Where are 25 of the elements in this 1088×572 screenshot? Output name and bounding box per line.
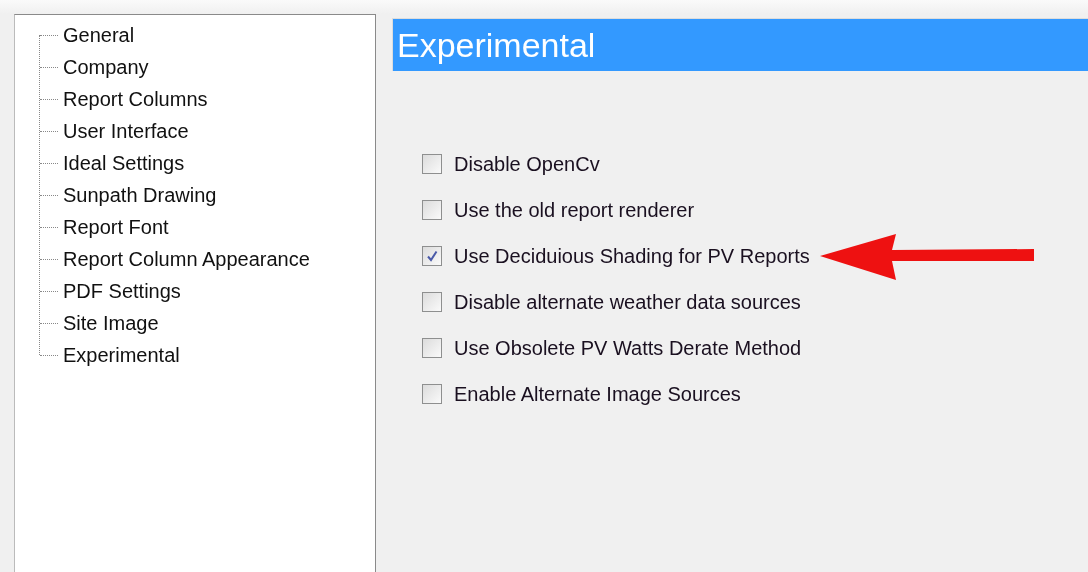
- tree-item[interactable]: Company: [61, 55, 151, 79]
- checkbox[interactable]: [422, 200, 442, 220]
- checkbox-label[interactable]: Use the old report renderer: [454, 198, 695, 222]
- checkmark-icon: [426, 250, 438, 262]
- tree-item[interactable]: Report Column Appearance: [61, 247, 312, 271]
- tree-item[interactable]: Ideal Settings: [61, 151, 187, 175]
- checkbox-label[interactable]: Use Deciduious Shading for PV Reports: [454, 244, 810, 268]
- tree-item[interactable]: General: [61, 23, 137, 47]
- checkbox-label[interactable]: Use Obsolete PV Watts Derate Method: [454, 336, 802, 360]
- checkbox[interactable]: [422, 292, 442, 312]
- tree-item[interactable]: Experimental: [61, 343, 182, 367]
- checkbox-label[interactable]: Enable Alternate Image Sources: [454, 382, 741, 406]
- checkbox-label[interactable]: Disable alternate weather data sources: [454, 290, 801, 314]
- tree-item[interactable]: Report Font: [61, 215, 171, 239]
- checkbox[interactable]: [422, 154, 442, 174]
- checkbox[interactable]: [422, 338, 442, 358]
- section-header: Experimental: [392, 18, 1088, 71]
- checkbox[interactable]: [422, 246, 442, 266]
- tree-item[interactable]: User Interface: [61, 119, 191, 143]
- tree-item[interactable]: Sunpath Drawing: [61, 183, 219, 207]
- checkbox-label[interactable]: Disable OpenCv: [454, 152, 600, 176]
- tree-item[interactable]: Site Image: [61, 311, 161, 335]
- tree-item[interactable]: PDF Settings: [61, 279, 183, 303]
- checkbox[interactable]: [422, 384, 442, 404]
- tree-item[interactable]: Report Columns: [61, 87, 210, 111]
